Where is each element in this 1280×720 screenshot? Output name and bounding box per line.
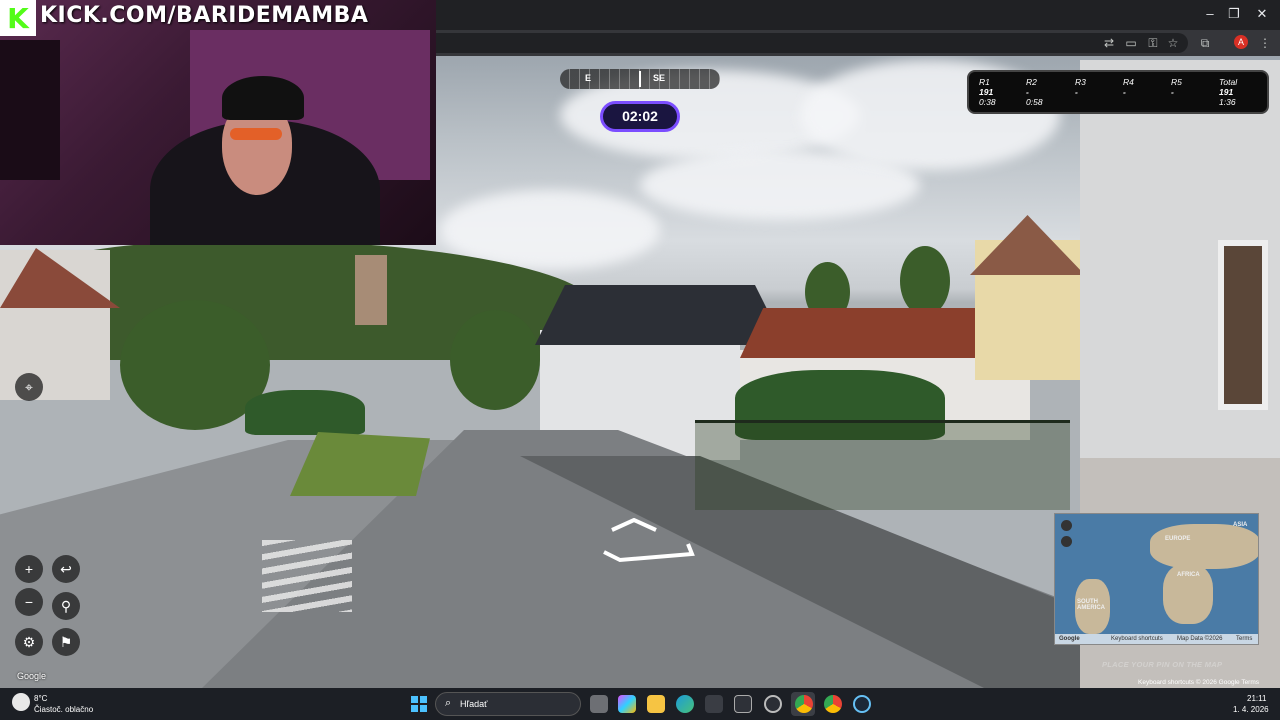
flag-icon[interactable]: ⚑ bbox=[52, 628, 80, 656]
settings-gear-icon[interactable]: ⚙ bbox=[15, 628, 43, 656]
land-eurasia bbox=[1150, 524, 1258, 569]
undo-move-icon[interactable]: ↩ bbox=[52, 555, 80, 583]
extensions-icon[interactable]: ⧉ bbox=[1196, 34, 1214, 52]
weather-cloud-icon[interactable] bbox=[12, 693, 30, 711]
webcam-overlay: K KICK.COM/BARIDEMAMBA bbox=[0, 0, 436, 245]
map-shortcuts-link[interactable]: Keyboard shortcuts bbox=[1111, 634, 1163, 644]
clock-time[interactable]: 21:11 bbox=[1247, 694, 1266, 703]
map-footer: Google Keyboard shortcuts Map Data ©2026… bbox=[1055, 634, 1258, 644]
edge-browser-icon[interactable] bbox=[676, 695, 694, 713]
taskbar-search[interactable]: ⌕ Hľadať bbox=[435, 692, 581, 716]
score-r2: R2-0:58 bbox=[1026, 77, 1043, 107]
maximize-icon[interactable]: ❐ bbox=[1219, 6, 1249, 22]
score-r5: R5- bbox=[1171, 77, 1182, 97]
office-icon[interactable] bbox=[734, 695, 752, 713]
place-pin-hint: PLACE YOUR PIN ON THE MAP bbox=[1102, 660, 1223, 669]
webcam-doorway bbox=[0, 40, 60, 180]
map-pin-button[interactable] bbox=[1061, 536, 1072, 547]
map-label-asia: ASIA bbox=[1233, 522, 1248, 528]
chrome-profile-icon[interactable] bbox=[824, 695, 842, 713]
streamer-glasses bbox=[230, 128, 282, 140]
translate-icon[interactable]: ⇄ bbox=[1100, 34, 1118, 52]
compass-east: E bbox=[585, 73, 592, 83]
chrome-icon[interactable] bbox=[795, 695, 813, 713]
address-bar[interactable] bbox=[436, 33, 1188, 53]
google-watermark: Google bbox=[17, 671, 47, 681]
weather-temperature[interactable]: 8°C bbox=[34, 694, 47, 703]
streetview-footer: Keyboard shortcuts © 2026 Google Terms bbox=[1138, 679, 1260, 686]
menu-icon[interactable]: ⋮ bbox=[1256, 34, 1274, 52]
tree bbox=[450, 310, 540, 410]
search-icon: ⌕ bbox=[445, 697, 452, 709]
map-terms-link[interactable]: Terms bbox=[1236, 634, 1252, 644]
copilot-icon[interactable] bbox=[618, 695, 636, 713]
store-icon[interactable] bbox=[705, 695, 723, 713]
map-label-europe: EUROPE bbox=[1165, 536, 1191, 542]
move-arrow[interactable] bbox=[600, 518, 696, 564]
score-r3: R3- bbox=[1075, 77, 1086, 97]
zoom-in-button[interactable]: + bbox=[15, 555, 43, 583]
window bbox=[1218, 240, 1268, 410]
kick-logo-icon: K bbox=[0, 0, 36, 36]
score-panel: R1 191 0:38 R2-0:58 R3- R4- R5- Total 191 1:… bbox=[967, 70, 1269, 114]
clock-date[interactable]: 1. 4. 2026 bbox=[1233, 705, 1269, 714]
compass-needle bbox=[639, 71, 641, 87]
round-timer: 02:02 bbox=[600, 101, 680, 132]
tree bbox=[900, 246, 950, 316]
score-total: Total 191 1:36 bbox=[1219, 77, 1238, 107]
compass-southeast: SE bbox=[653, 73, 666, 83]
screen: – ❐ ✕ ⇄ ▭ ⚿ ☆ ⧉ A ⋮ K KICK.COM/BARIDEMAM… bbox=[0, 0, 1280, 720]
weather-description[interactable]: Čiastoč. oblačno bbox=[34, 705, 93, 714]
cast-icon[interactable]: ▭ bbox=[1122, 34, 1140, 52]
crosswalk bbox=[262, 540, 352, 612]
compass: E SE bbox=[560, 69, 720, 89]
star-icon[interactable]: ☆ bbox=[1164, 34, 1182, 52]
church-tower bbox=[355, 255, 387, 325]
profile-avatar[interactable]: A bbox=[1234, 35, 1248, 49]
guess-minimap[interactable]: EUROPE ASIA AFRICA SOUTH AMERICA Google … bbox=[1054, 513, 1259, 645]
map-label-africa: AFRICA bbox=[1177, 572, 1200, 578]
score-r1: R1 191 0:38 bbox=[979, 77, 996, 107]
browser-toolbar: ⇄ ▭ ⚿ ☆ ⧉ A ⋮ bbox=[436, 30, 1280, 56]
score-r4: R4- bbox=[1123, 77, 1134, 97]
fence bbox=[695, 420, 1070, 510]
file-explorer-icon[interactable] bbox=[647, 695, 665, 713]
pin-icon[interactable]: ⚲ bbox=[52, 592, 80, 620]
hedge bbox=[245, 390, 365, 435]
map-expand-button[interactable] bbox=[1061, 520, 1072, 531]
windows-start-icon[interactable] bbox=[411, 696, 427, 712]
map-google-mark: Google bbox=[1059, 636, 1080, 642]
return-to-start-icon[interactable]: ⌖ bbox=[15, 373, 43, 401]
search-placeholder: Hľadať bbox=[460, 699, 488, 709]
windows-taskbar: 8°C Čiastoč. oblačno ⌕ Hľadať 21:11 1. 4… bbox=[0, 688, 1280, 720]
slate-roof bbox=[535, 285, 785, 345]
map-label-south-america: SOUTH AMERICA bbox=[1077, 599, 1105, 611]
app-icon[interactable] bbox=[764, 695, 782, 713]
close-icon[interactable]: ✕ bbox=[1247, 6, 1277, 22]
task-view-icon[interactable] bbox=[590, 695, 608, 713]
stream-url: KICK.COM/BARIDEMAMBA bbox=[40, 3, 369, 28]
key-icon[interactable]: ⚿ bbox=[1144, 34, 1162, 52]
zoom-out-button[interactable]: − bbox=[15, 588, 43, 616]
map-data-credit: Map Data ©2026 bbox=[1177, 636, 1223, 642]
streamer-cap bbox=[222, 76, 304, 120]
steam-icon[interactable] bbox=[853, 695, 871, 713]
